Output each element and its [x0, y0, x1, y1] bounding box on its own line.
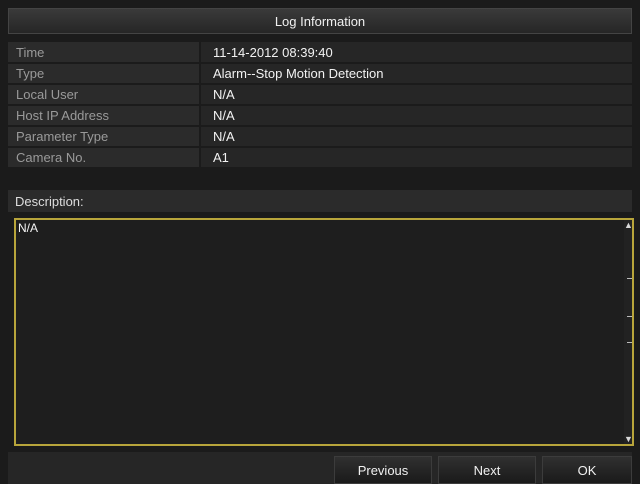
camera-no-value: A1: [200, 147, 632, 169]
host-ip-value: N/A: [200, 105, 632, 127]
camera-no-label: Camera No.: [8, 147, 201, 169]
scroll-tick: [627, 316, 632, 317]
next-button[interactable]: Next: [438, 456, 536, 484]
description-label: Description:: [8, 190, 632, 212]
dialog-title: Log Information: [8, 8, 632, 34]
description-textarea[interactable]: N/A ▲ ▼: [14, 218, 634, 446]
ok-button[interactable]: OK: [542, 456, 632, 484]
table-row: Local User N/A: [8, 84, 632, 106]
table-row: Host IP Address N/A: [8, 105, 632, 127]
scroll-tick: [627, 278, 632, 279]
table-row: Time 11-14-2012 08:39:40: [8, 42, 632, 64]
scroll-down-arrow-icon[interactable]: ▼: [624, 434, 633, 444]
table-row: Type Alarm--Stop Motion Detection: [8, 63, 632, 85]
type-value: Alarm--Stop Motion Detection: [200, 63, 632, 85]
local-user-label: Local User: [8, 84, 201, 106]
parameter-type-value: N/A: [200, 126, 632, 148]
type-label: Type: [8, 63, 201, 85]
scroll-tick: [627, 342, 632, 343]
time-label: Time: [8, 42, 201, 64]
button-bar: Previous Next OK: [8, 452, 632, 484]
local-user-value: N/A: [200, 84, 632, 106]
description-text: N/A: [18, 221, 39, 235]
log-info-table: Time 11-14-2012 08:39:40 Type Alarm--Sto…: [8, 42, 632, 169]
log-information-dialog: Log Information Time 11-14-2012 08:39:40…: [0, 0, 640, 484]
table-row: Parameter Type N/A: [8, 126, 632, 148]
time-value: 11-14-2012 08:39:40: [200, 42, 632, 64]
description-scrollbar[interactable]: ▲ ▼: [624, 220, 633, 444]
previous-button[interactable]: Previous: [334, 456, 432, 484]
table-row: Camera No. A1: [8, 147, 632, 169]
host-ip-label: Host IP Address: [8, 105, 201, 127]
scroll-up-arrow-icon[interactable]: ▲: [624, 220, 633, 230]
parameter-type-label: Parameter Type: [8, 126, 201, 148]
